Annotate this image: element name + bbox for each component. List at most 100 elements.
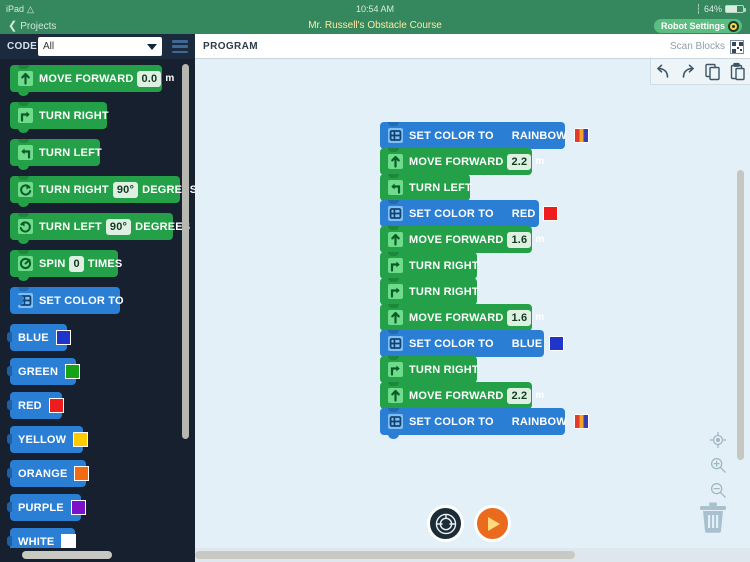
palette-vertical-scrollbar[interactable]: [182, 64, 189, 439]
block-turn-right-degrees[interactable]: TURN RIGHT 90° DEGREES: [10, 176, 195, 207]
arrow-up-icon: [388, 154, 403, 169]
block-label: TURN LEFT: [409, 181, 472, 194]
steering-wheel-icon[interactable]: [427, 505, 464, 542]
palette-item-color-red[interactable]: RED: [7, 392, 64, 419]
undo-icon[interactable]: [653, 62, 673, 82]
program-panel-header: PROGRAM Scan Blocks: [195, 34, 750, 59]
color-swatch: [61, 534, 77, 549]
block-p7[interactable]: TURN RIGHT: [380, 278, 479, 309]
color-swatch: [74, 466, 90, 481]
block-p6[interactable]: TURN RIGHT: [380, 252, 479, 283]
palette-item-turn-right[interactable]: TURN RIGHT: [10, 102, 109, 133]
block-value-field[interactable]: 1.6: [507, 231, 532, 248]
crosshair-target-icon[interactable]: [709, 431, 727, 449]
block-p12[interactable]: SET COLOR TO RAINBOW: [380, 408, 589, 439]
palette-item-color-yellow[interactable]: YELLOW: [7, 426, 89, 453]
canvas-horizontal-scrollbar[interactable]: [195, 548, 750, 562]
scan-blocks-label: Scan Blocks: [669, 41, 725, 52]
program-block-stack[interactable]: SET COLOR TO RAINBOW MOVE FORWARD 2.2 m TURN …: [380, 122, 589, 439]
block-color-blue[interactable]: BLUE: [7, 324, 71, 351]
category-filter-select[interactable]: All: [38, 37, 162, 56]
block-color-orange[interactable]: ORANGE: [7, 460, 90, 487]
scan-blocks-button[interactable]: Scan Blocks: [670, 34, 744, 59]
program-row[interactable]: MOVE FORWARD 1.6 m: [380, 304, 565, 335]
block-p5[interactable]: MOVE FORWARD 1.6 m: [380, 226, 544, 257]
program-label: PROGRAM: [203, 40, 259, 52]
block-p1[interactable]: SET COLOR TO RAINBOW: [380, 122, 589, 153]
paste-icon[interactable]: [728, 62, 748, 82]
block-color-yellow[interactable]: YELLOW: [7, 426, 89, 453]
block-turn-left-degrees[interactable]: TURN LEFT 90° DEGREES: [10, 213, 190, 244]
palette-item-color-blue[interactable]: BLUE: [7, 324, 71, 351]
block-color-green[interactable]: GREEN: [7, 358, 81, 385]
palette-item-color-orange[interactable]: ORANGE: [7, 460, 90, 487]
block-label: SET COLOR TO: [39, 294, 124, 307]
program-row[interactable]: MOVE FORWARD 2.2 m: [380, 382, 565, 413]
block-value-field[interactable]: 2.2: [507, 153, 532, 170]
block-palette[interactable]: MOVE FORWARD 0.0 m TURN RIGHT TURN LEFT TURN …: [0, 59, 195, 562]
program-row[interactable]: SET COLOR TO RAINBOW: [380, 122, 589, 153]
palette-item-turn-left[interactable]: TURN LEFT: [10, 139, 102, 170]
light-panel-icon: [388, 336, 403, 351]
block-value-field[interactable]: 90°: [105, 218, 132, 235]
palette-item-color-purple[interactable]: PURPLE: [7, 494, 86, 521]
block-turn-right[interactable]: TURN RIGHT: [10, 102, 109, 133]
block-color-purple[interactable]: PURPLE: [7, 494, 86, 521]
block-color-red[interactable]: RED: [7, 392, 64, 419]
program-row[interactable]: TURN LEFT: [380, 174, 565, 205]
block-value-field[interactable]: 0: [69, 255, 84, 272]
block-p4[interactable]: SET COLOR TO RED: [380, 200, 558, 231]
program-row[interactable]: SET COLOR TO BLUE: [380, 330, 565, 361]
palette-item-turn-right-degrees[interactable]: TURN RIGHT 90° DEGREES: [10, 176, 195, 207]
light-panel-icon: [388, 128, 403, 143]
block-move-forward[interactable]: MOVE FORWARD 0.0 m: [10, 65, 174, 96]
block-set-color-to[interactable]: SET COLOR TO: [10, 287, 124, 314]
robot-settings-button[interactable]: Robot Settings: [654, 19, 742, 33]
program-row[interactable]: TURN RIGHT: [380, 278, 565, 309]
palette-item-set-color-to[interactable]: SET COLOR TO: [10, 287, 124, 314]
zoom-in-icon[interactable]: [709, 456, 727, 474]
color-swatch: [542, 206, 558, 221]
program-row[interactable]: MOVE FORWARD 1.6 m: [380, 226, 565, 257]
program-row[interactable]: TURN RIGHT: [380, 252, 565, 283]
program-row[interactable]: SET COLOR TO RAINBOW: [380, 408, 589, 439]
palette-item-turn-left-degrees[interactable]: TURN LEFT 90° DEGREES: [10, 213, 190, 244]
block-p8[interactable]: MOVE FORWARD 1.6 m: [380, 304, 544, 335]
play-icon[interactable]: [474, 505, 511, 542]
block-p11[interactable]: MOVE FORWARD 2.2 m: [380, 382, 544, 413]
light-panel-icon: [388, 206, 403, 221]
block-value-field[interactable]: 2.2: [507, 387, 532, 404]
program-row[interactable]: MOVE FORWARD 2.2 m: [380, 148, 565, 179]
palette-item-spin-times[interactable]: SPIN 0 TIMES: [10, 250, 122, 281]
hamburger-menu-icon[interactable]: [172, 40, 188, 53]
palette-hscroll-thumb[interactable]: [22, 551, 112, 559]
copy-icon[interactable]: [703, 62, 723, 82]
color-swatch-rainbow: [573, 414, 589, 429]
block-unit: m: [535, 234, 545, 245]
block-p3[interactable]: TURN LEFT: [380, 174, 472, 205]
trash-icon[interactable]: [698, 500, 728, 534]
block-spin-times[interactable]: SPIN 0 TIMES: [10, 250, 122, 281]
program-row[interactable]: SET COLOR TO RED: [380, 200, 565, 231]
block-label: TURN LEFT: [39, 220, 102, 233]
palette-horizontal-scrollbar[interactable]: [0, 548, 195, 562]
block-value-field[interactable]: 90°: [112, 181, 139, 198]
color-swatch: [70, 500, 86, 515]
palette-item-move-forward[interactable]: MOVE FORWARD 0.0 m: [10, 65, 174, 96]
block-p2[interactable]: MOVE FORWARD 2.2 m: [380, 148, 544, 179]
canvas-vertical-scrollbar[interactable]: [737, 170, 744, 460]
block-turn-left[interactable]: TURN LEFT: [10, 139, 102, 170]
block-p10[interactable]: TURN RIGHT: [380, 356, 479, 387]
block-value-field[interactable]: 0.0: [137, 70, 162, 87]
block-suffix: TIMES: [87, 257, 123, 270]
block-label: PURPLE: [18, 501, 64, 514]
program-canvas[interactable]: SET COLOR TO RAINBOW MOVE FORWARD 2.2 m TURN …: [195, 59, 750, 562]
block-value-field[interactable]: 1.6: [507, 309, 532, 326]
light-panel-icon: [388, 414, 403, 429]
redo-icon[interactable]: [678, 62, 698, 82]
block-p9[interactable]: SET COLOR TO BLUE: [380, 330, 565, 361]
program-row[interactable]: TURN RIGHT: [380, 356, 565, 387]
zoom-out-icon[interactable]: [709, 481, 727, 499]
canvas-hscroll-thumb[interactable]: [195, 551, 575, 559]
palette-item-color-green[interactable]: GREEN: [7, 358, 81, 385]
